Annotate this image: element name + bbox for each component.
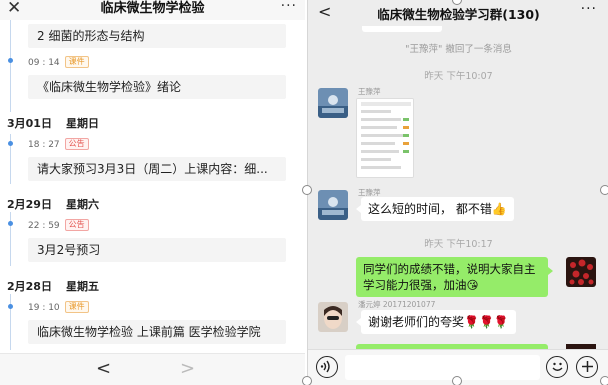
timeline-dot (8, 221, 13, 226)
item-time: 18 : 27 (28, 140, 60, 150)
message-text: 这么短的时间， 都不错👍 (368, 202, 507, 216)
message-input[interactable] (345, 355, 540, 380)
timeline-line (10, 20, 11, 112)
date-heading: 3月01日 星期日 (7, 117, 99, 131)
prev-page-button[interactable]: < (96, 358, 111, 379)
emoji-glyph (552, 362, 562, 371)
sender-name: 王豫萍 (358, 87, 381, 96)
chat-title: 临床微生物检验学习群(130) (377, 7, 540, 22)
own-avatar[interactable] (566, 257, 596, 287)
timeline-dot (8, 141, 13, 146)
timeline-item[interactable]: 请大家预习3月3日（周二）上课内容：细... (28, 157, 286, 181)
item-title: 《临床微生物学检验》绪论 (37, 80, 182, 94)
page-nav-bar: < > (0, 353, 305, 385)
item-time: 09 : 14 (28, 58, 60, 68)
timeline-item[interactable]: 《临床微生物学检验》绪论 (28, 75, 286, 99)
notice-badge: 公告 (64, 219, 89, 231)
group-chat-panel: < 临床微生物检验学习群(130) ··· "王豫萍" 撤回了一条消息 昨天 下… (307, 0, 608, 385)
plus-icon[interactable] (576, 356, 598, 378)
item-meta: 22 : 59 公告 (28, 219, 89, 232)
timeline-item[interactable]: 临床微生物学检验 上课前篇 医学检验学院 (28, 320, 286, 344)
date-label: 2月28日 (7, 280, 52, 293)
avatar[interactable] (318, 302, 348, 332)
message-text: 同学们的成绩不错，说明大家自主学习能力很强，加油😘 (363, 262, 536, 292)
chat-timestamp: 昨天 下午10:17 (424, 239, 493, 250)
recall-notice: "王豫萍" 撤回了一条消息 (405, 44, 512, 55)
plus-glyph (581, 361, 593, 372)
image-message[interactable] (356, 98, 414, 178)
more-icon[interactable]: ··· (281, 0, 297, 15)
page-title: 临床微生物学检验 (100, 1, 205, 16)
resize-handle[interactable] (600, 376, 608, 385)
resize-handle[interactable] (302, 185, 312, 195)
avatar-image (566, 257, 596, 287)
voice-icon[interactable] (316, 356, 338, 378)
item-title: 3月2号预习 (37, 243, 101, 257)
weekday-label: 星期日 (65, 117, 99, 130)
courseware-badge: 课件 (64, 301, 89, 313)
timeline-dot (8, 58, 13, 63)
resize-handle[interactable] (600, 185, 608, 195)
more-icon[interactable]: ··· (581, 1, 597, 17)
voice-glyph (320, 360, 330, 373)
cut-off-bubble (362, 26, 442, 32)
item-meta: 09 : 14 课件 (28, 56, 89, 69)
item-title: 请大家预习3月3日（周二）上课内容：细... (37, 162, 268, 176)
item-title: 临床微生物学检验 上课前篇 医学检验学院 (37, 325, 261, 339)
timeline-dot (8, 304, 13, 309)
own-chat-bubble[interactable]: 同学们的成绩不错，说明大家自主学习能力很强，加油😘 (356, 257, 553, 297)
emoji-icon[interactable] (546, 356, 568, 378)
course-timeline-panel: ✕ 临床微生物学检验 ··· 2 细菌的形态与结构 09 : 14 课件 《临床微… (0, 0, 305, 385)
item-meta: 19 : 10 课件 (28, 301, 89, 314)
date-label: 2月29日 (7, 198, 52, 211)
resize-handle[interactable] (452, 376, 462, 385)
message-text: 谢谢老师们的夸奖🌹🌹🌹 (368, 315, 509, 329)
courseware-badge: 课件 (64, 56, 89, 68)
date-heading: 2月29日 星期六 (7, 198, 99, 212)
timeline-item[interactable]: 3月2号预习 (28, 238, 286, 262)
weekday-label: 星期六 (65, 198, 99, 211)
screenshot-thumbnail (357, 99, 413, 177)
chat-bubble[interactable]: 谢谢老师们的夸奖🌹🌹🌹 (356, 310, 516, 334)
avatar[interactable] (318, 88, 348, 118)
avatar-image (318, 190, 348, 220)
chat-bubble[interactable]: 这么短的时间， 都不错👍 (356, 197, 514, 221)
chat-timestamp: 昨天 下午10:07 (424, 71, 493, 82)
sender-name: 潘元婷 20171201077 (358, 300, 436, 309)
date-heading: 2月28日 星期五 (7, 280, 99, 294)
date-label: 3月01日 (7, 117, 52, 130)
timeline-header: ✕ 临床微生物学检验 ··· (0, 0, 305, 20)
avatar[interactable] (318, 190, 348, 220)
timeline-item[interactable]: 2 细菌的形态与结构 (28, 24, 286, 48)
item-time: 22 : 59 (28, 221, 60, 231)
item-meta: 18 : 27 公告 (28, 138, 89, 151)
timeline-line (10, 294, 11, 350)
avatar-image (318, 88, 348, 118)
item-title: 2 细菌的形态与结构 (37, 29, 145, 43)
weekday-label: 星期五 (65, 280, 99, 293)
avatar-image (318, 302, 348, 332)
item-time: 19 : 10 (28, 303, 60, 313)
notice-badge: 公告 (64, 138, 89, 150)
next-page-button[interactable]: > (180, 358, 195, 379)
resize-handle[interactable] (302, 376, 312, 385)
